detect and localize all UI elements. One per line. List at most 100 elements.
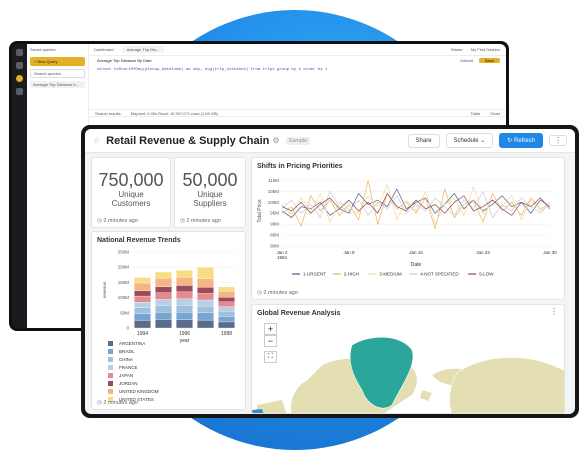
- line-updated-text: 2 minutes ago: [263, 290, 298, 296]
- table-toggle[interactable]: Table: [471, 111, 481, 116]
- dashboard-header: ☆ Retail Revenue & Supply Chain ⚙ Sample…: [85, 129, 575, 153]
- bar-segment: [134, 307, 151, 314]
- bar-segment: [155, 299, 172, 306]
- search-results-input[interactable]: Search results: [95, 111, 121, 116]
- bar-segment: [197, 278, 214, 288]
- bar-segment: [218, 306, 235, 312]
- bar-segment: [176, 312, 193, 320]
- legend-swatch: [108, 356, 113, 362]
- line-chart: 80M 85M 90M 95M 100M 105M 110M Total Price Jan 2…: [257, 178, 557, 277]
- bar-y-tick: 0: [126, 326, 129, 331]
- bar-segment: [197, 287, 214, 294]
- bar-segment: [134, 282, 151, 291]
- logo-icon: [16, 49, 23, 56]
- share-button[interactable]: Share: [407, 133, 440, 148]
- fullscreen-button[interactable]: ⛶: [264, 351, 277, 363]
- bar-chart: 0 50M 100M 150M 200M 250M revenue 1994 1996 1998 y…: [102, 250, 237, 344]
- clock-icon: ◷: [180, 218, 185, 224]
- suppliers-label-1: Unique: [197, 190, 223, 199]
- unique-suppliers-card: 50,000 Unique Suppliers ◷ 2 minutes ago: [174, 157, 246, 228]
- search-queries-input[interactable]: Search queries: [30, 69, 85, 78]
- bar-segment: [176, 277, 193, 286]
- sql-editor[interactable]: select toStartOfDay(pickup_datetime) as …: [89, 68, 327, 72]
- dashboard-icon[interactable]: [16, 88, 23, 95]
- line-y-tick: 95M: [270, 211, 279, 216]
- default-selector[interactable]: Default: [460, 58, 473, 63]
- line-legend-label: 2-HIGH: [344, 272, 359, 277]
- user-avatar-icon[interactable]: [16, 75, 23, 82]
- query-toolbar: Average Trip Distance By Date Default Sa…: [89, 56, 506, 65]
- zoom-in-button[interactable]: +: [264, 323, 277, 335]
- legend-item[interactable]: CHINA: [108, 355, 159, 363]
- legend-item[interactable]: ARGENTINA: [108, 339, 159, 347]
- save-button[interactable]: Save: [478, 58, 500, 63]
- bar-updated-text: 2 minutes ago: [103, 400, 138, 406]
- clock-icon: ◷: [257, 290, 262, 296]
- bar-segment: [218, 286, 235, 292]
- saved-queries-header: Saved queries: [30, 47, 56, 52]
- bar-segment: [176, 319, 193, 329]
- schedule-button[interactable]: Schedule ⌄: [445, 133, 494, 148]
- bar-segment: [155, 305, 172, 313]
- bar-x-tick: 1998: [221, 331, 232, 337]
- pricing-priorities-card: Shifts in Pricing Priorities 80M 85M 90M 95…: [251, 157, 565, 300]
- suppliers-label-2: Suppliers: [193, 199, 227, 208]
- starter-label[interactable]: Starter: [451, 47, 463, 52]
- bar-segment: [197, 312, 214, 321]
- front-laptop-dashboard: ☆ Retail Revenue & Supply Chain ⚙ Sample…: [81, 125, 579, 418]
- bar-y-tick: 150M: [118, 280, 130, 285]
- bar-segment: [134, 320, 151, 329]
- query-stats: Elapsed: 0.00s Read: 10,907,071 rows (1.…: [130, 110, 218, 116]
- legend-label: CHINA: [119, 356, 134, 362]
- dashboard-selector[interactable]: My First Dashbo: [471, 47, 500, 52]
- bar-segment: [218, 311, 235, 317]
- query-title: Average Trip Distance By Date: [97, 58, 152, 63]
- line-updated: ◷ 2 minutes ago: [257, 290, 298, 296]
- map-land-iceland: [420, 390, 432, 401]
- world-map[interactable]: [252, 305, 565, 414]
- more-menu-icon[interactable]: ⋮: [549, 135, 567, 146]
- saved-queries-panel: Saved queries + New Query Search queries…: [27, 44, 89, 328]
- legend-label: JAPAN: [119, 372, 134, 378]
- bar-segment: [176, 298, 193, 306]
- legend-swatch: [108, 348, 113, 354]
- legend-item[interactable]: JORDAN: [108, 379, 159, 387]
- bar-segment: [197, 293, 214, 301]
- chart-toggle[interactable]: Chart: [490, 111, 500, 116]
- gear-icon[interactable]: ⚙: [272, 136, 279, 145]
- legend-item[interactable]: FRANCE: [108, 363, 159, 371]
- customers-updated: ◷ 2 minutes ago: [97, 218, 138, 224]
- bar-segment: [197, 305, 214, 313]
- query-icon[interactable]: [16, 62, 23, 69]
- clock-icon: ◷: [97, 400, 102, 406]
- tab-dashboard[interactable]: Dashboard: [94, 47, 114, 52]
- new-query-button[interactable]: + New Query: [30, 57, 85, 66]
- tab-average-trip[interactable]: Average Trip Dis...: [121, 46, 165, 53]
- zoom-out-button[interactable]: −: [264, 335, 277, 347]
- app-rail: [12, 44, 27, 328]
- legend-swatch: [108, 340, 113, 346]
- bar-segment: [155, 312, 172, 320]
- bar-segment: [134, 295, 151, 303]
- bar-segment: [134, 313, 151, 321]
- dashboard-screen: ☆ Retail Revenue & Supply Chain ⚙ Sample…: [85, 129, 575, 414]
- bar-segment: [155, 319, 172, 329]
- bar-segment: [218, 291, 235, 298]
- map-land-asia: [449, 357, 564, 413]
- line-y-tick: 80M: [270, 244, 279, 249]
- legend-label: BRAZIL: [119, 348, 135, 354]
- bar-segment: [218, 297, 235, 303]
- bar-segment: [218, 316, 235, 323]
- saved-query-item[interactable]: Average Trip Distance b...: [30, 81, 85, 88]
- bar-chart-title: National Revenue Trends: [97, 237, 181, 244]
- star-icon[interactable]: ☆: [93, 136, 100, 145]
- legend-item[interactable]: UNITED KINGDOM: [108, 387, 159, 395]
- refresh-button[interactable]: ↻ Refresh: [499, 133, 543, 148]
- refresh-label: Refresh: [513, 138, 535, 144]
- legend-item[interactable]: JAPAN: [108, 371, 159, 379]
- bar-segment: [134, 290, 151, 297]
- bar-y-tick: 100M: [118, 295, 130, 300]
- legend-item[interactable]: BRAZIL: [108, 347, 159, 355]
- legend-label: UNITED KINGDOM: [119, 388, 159, 394]
- bar-segment: [134, 277, 151, 284]
